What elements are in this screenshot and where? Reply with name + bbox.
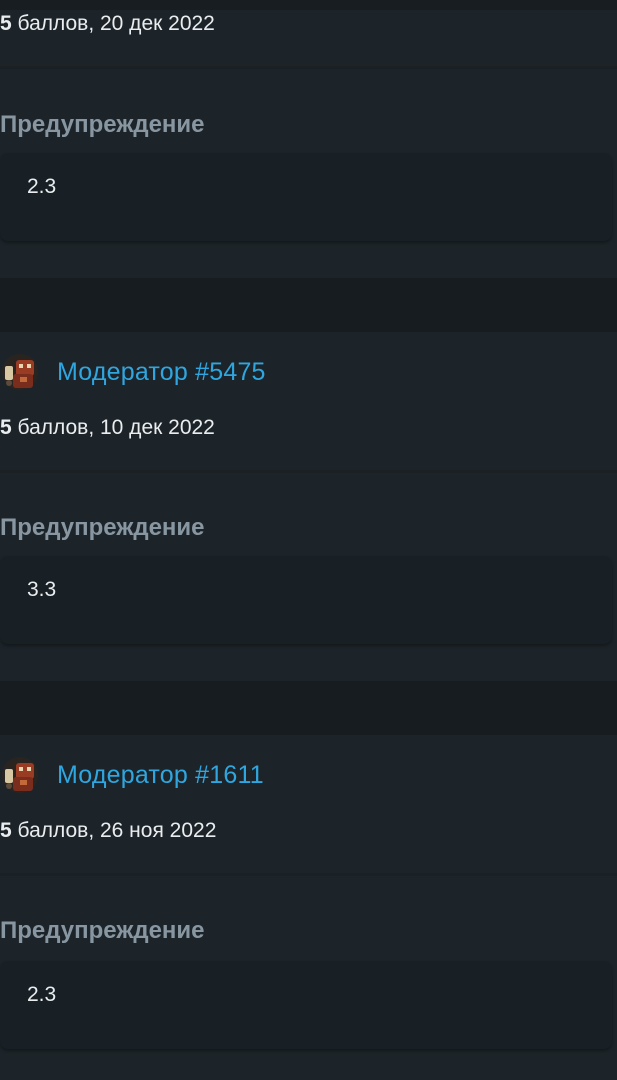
points-date-text: баллов, 26 ноя 2022 — [11, 819, 217, 842]
warning-card: Модератор #5475 5 баллов, 10 дек 2022 Пр… — [0, 332, 617, 681]
card-gap — [0, 278, 617, 332]
moderator-row: Модератор #5475 — [0, 350, 266, 394]
points-value: 5 — [0, 819, 12, 842]
points-date: 5 баллов, 26 ноя 2022 — [0, 819, 216, 843]
warning-value: 2.3 — [27, 983, 57, 1006]
divider — [0, 873, 617, 876]
section-title: Предупреждение — [0, 514, 205, 541]
warning-value-box: 2.3 — [0, 153, 612, 241]
divider — [0, 66, 617, 69]
points-date: 5 баллов, 20 дек 2022 — [0, 12, 215, 36]
warning-value-box: 2.3 — [0, 961, 612, 1049]
moderator-link[interactable]: Модератор #5475 — [57, 358, 266, 387]
card-gap — [0, 681, 617, 735]
section-title: Предупреждение — [0, 917, 205, 944]
points-date: 5 баллов, 10 дек 2022 — [0, 416, 215, 440]
warning-card: 5 баллов, 20 дек 2022 Предупреждение 2.3 — [0, 0, 617, 278]
robot-avatar-icon[interactable] — [0, 352, 40, 392]
moderator-link[interactable]: Модератор #1611 — [57, 761, 264, 790]
card-top-strip — [0, 0, 617, 10]
section-title: Предупреждение — [0, 111, 205, 138]
points-date-text: баллов, 10 дек 2022 — [11, 416, 215, 439]
warning-value-box: 3.3 — [0, 556, 612, 644]
warning-value: 3.3 — [27, 578, 57, 601]
points-date-text: баллов, 20 дек 2022 — [11, 12, 215, 35]
warning-value: 2.3 — [27, 175, 57, 198]
robot-avatar-icon[interactable] — [0, 755, 40, 795]
divider — [0, 470, 617, 473]
warning-card: Модератор #1611 5 баллов, 26 ноя 2022 Пр… — [0, 735, 617, 1080]
points-value: 5 — [0, 416, 12, 439]
warnings-list: 5 баллов, 20 дек 2022 Предупреждение 2.3 — [0, 0, 617, 1080]
points-value: 5 — [0, 12, 12, 35]
moderator-row: Модератор #1611 — [0, 753, 264, 797]
